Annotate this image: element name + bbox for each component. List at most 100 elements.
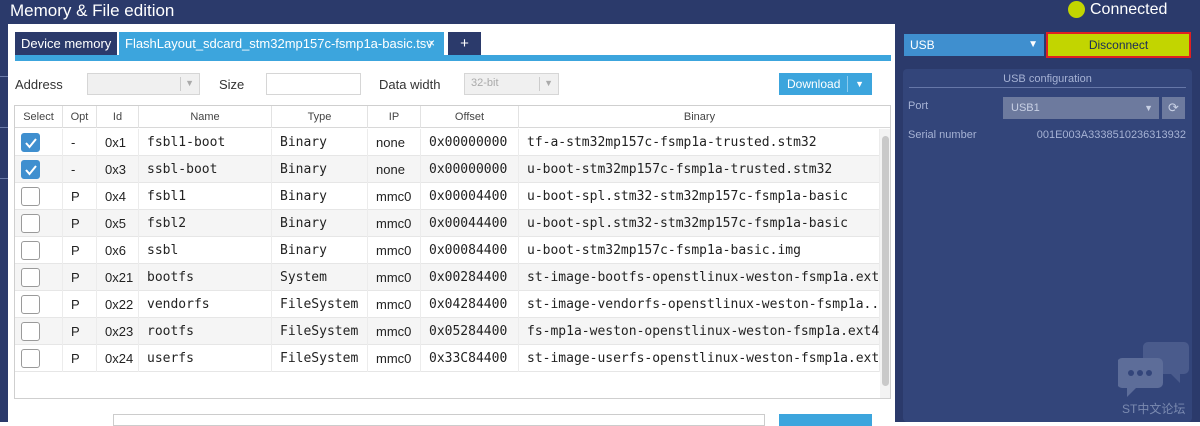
chevron-down-icon: ▼ [185,78,194,88]
address-combobox[interactable]: ▼ [87,73,200,95]
chevron-down-icon[interactable]: ▼ [855,73,864,95]
select-checkbox[interactable] [21,322,40,341]
cell-offset: 0x00044400 [421,210,519,237]
cell-ip: mmc0 [368,210,421,237]
add-tab-button[interactable]: + [448,32,481,55]
window-title: Memory & File edition [10,1,175,20]
cell-name: vendorfs [139,291,272,318]
table-header: Select Opt Id Name Type IP Offset Binary [15,106,890,128]
cell-opt: P [63,291,97,318]
cell-binary: tf-a-stm32mp157c-fsmp1a-trusted.stm32 [519,129,880,156]
cell-offset: 0x00000000 [421,129,519,156]
check-icon [25,165,37,176]
port-label: Port [908,100,929,112]
chevron-down-icon: ▼ [544,78,553,88]
select-checkbox[interactable] [21,268,40,287]
col-name[interactable]: Name [139,106,272,128]
chevron-down-icon: ▼ [1028,39,1038,50]
scrollbar-thumb[interactable] [882,136,889,386]
cell-type: Binary [272,156,368,183]
col-offset[interactable]: Offset [421,106,519,128]
tab-device-memory[interactable]: Device memory [15,32,117,55]
table-row[interactable]: P 0x22 vendorfs FileSystem mmc0 0x04284400 st-… [15,291,880,318]
cell-offset: 0x00000000 [421,156,519,183]
col-opt[interactable]: Opt [63,106,97,128]
table-row[interactable]: P 0x23 rootfs FileSystem mmc0 0x05284400 fs-mp… [15,318,880,345]
connection-status: Connected [1090,1,1168,18]
table-row[interactable]: P 0x6 ssbl Binary mmc0 0x00084400 u-boot-stm32… [15,237,880,264]
tab-underline [15,55,891,61]
port-select[interactable]: USB1 ▼ [1003,97,1159,119]
size-input[interactable] [266,73,361,95]
left-sidebar-strip [0,24,8,422]
interface-select[interactable]: USB ▼ [904,34,1044,56]
cell-opt: P [63,183,97,210]
cell-name: ssbl-boot [139,156,272,183]
close-icon[interactable]: × [428,32,435,55]
file-path-input[interactable] [113,414,765,426]
cell-ip: mmc0 [368,183,421,210]
port-value: USB1 [1011,102,1040,114]
tab-flashlayout-label: FlashLayout_sdcard_stm32mp157c-fsmp1a-ba… [125,36,433,51]
usb-configuration-title: USB configuration [1003,73,1092,85]
cell-binary: fs-mp1a-weston-openstlinux-weston-fsmp1a… [519,318,880,345]
col-select[interactable]: Select [15,106,63,128]
browse-button[interactable] [779,414,872,426]
cell-ip: mmc0 [368,291,421,318]
cell-id: 0x24 [97,345,139,372]
table-row[interactable]: P 0x21 bootfs System mmc0 0x00284400 st-image-… [15,264,880,291]
cell-id: 0x21 [97,264,139,291]
cell-opt: P [63,318,97,345]
table-row[interactable]: -0x1 fsbl1-boot Binary none 0x00000000 tf-a-s… [15,129,880,156]
select-checkbox[interactable] [21,187,40,206]
select-checkbox[interactable] [21,241,40,260]
table-row[interactable]: P 0x5 fsbl2 Binary mmc0 0x00044400 u-boot-spl.… [15,210,880,237]
cell-binary: u-boot-spl.stm32-stm32mp157c-fsmp1a-basi… [519,183,880,210]
download-label: Download [787,77,841,91]
partition-table: Select Opt Id Name Type IP Offset Binary… [14,105,891,399]
data-width-select[interactable]: 32-bit ▼ [464,73,559,95]
table-row[interactable]: -0x3 ssbl-boot Binary none 0x00000000 u-boot-… [15,156,880,183]
cell-type: System [272,264,368,291]
select-checkbox[interactable] [21,160,40,179]
select-checkbox[interactable] [21,349,40,368]
cell-name: userfs [139,345,272,372]
select-checkbox[interactable] [21,214,40,233]
col-id[interactable]: Id [97,106,139,128]
select-checkbox[interactable] [21,295,40,314]
cell-id: 0x23 [97,318,139,345]
cell-select [15,183,63,210]
cell-binary: st-image-userfs-openstlinux-weston-fsmp1… [519,345,880,372]
cell-id: 0x6 [97,237,139,264]
cell-binary: u-boot-spl.stm32-stm32mp157c-fsmp1a-basi… [519,210,880,237]
cell-name: bootfs [139,264,272,291]
refresh-icon[interactable]: ⟳ [1162,97,1185,119]
cell-binary: st-image-vendorfs-openstlinux-weston-fsm… [519,291,880,318]
cell-select [15,291,63,318]
table-row[interactable]: P 0x24 userfs FileSystem mmc0 0x33C84400 st-im… [15,345,880,372]
data-width-label: Data width [379,77,441,92]
cell-ip: mmc0 [368,237,421,264]
cell-type: Binary [272,129,368,156]
cell-id: 0x22 [97,291,139,318]
col-binary[interactable]: Binary [519,106,880,128]
cell-type: FileSystem [272,318,368,345]
cell-id: 0x4 [97,183,139,210]
cell-binary: u-boot-stm32mp157c-fsmp1a-trusted.stm32 [519,156,880,183]
select-checkbox[interactable] [21,133,40,152]
cell-ip: none [368,156,421,183]
table-row[interactable]: P 0x4 fsbl1 Binary mmc0 0x00004400 u-boot-spl.… [15,183,880,210]
disconnect-button[interactable]: Disconnect [1046,32,1191,58]
watermark: ST中文论坛 [1122,402,1186,416]
cell-opt: P [63,345,97,372]
cell-ip: mmc0 [368,345,421,372]
cell-select [15,318,63,345]
cell-type: Binary [272,210,368,237]
cell-binary: u-boot-stm32mp157c-fsmp1a-basic.img [519,237,880,264]
tab-flashlayout-file[interactable]: FlashLayout_sdcard_stm32mp157c-fsmp1a-ba… [119,32,444,55]
cell-type: Binary [272,237,368,264]
col-ip[interactable]: IP [368,106,421,128]
cell-type: FileSystem [272,345,368,372]
download-button[interactable]: Download ▼ [779,73,872,95]
col-type[interactable]: Type [272,106,368,128]
